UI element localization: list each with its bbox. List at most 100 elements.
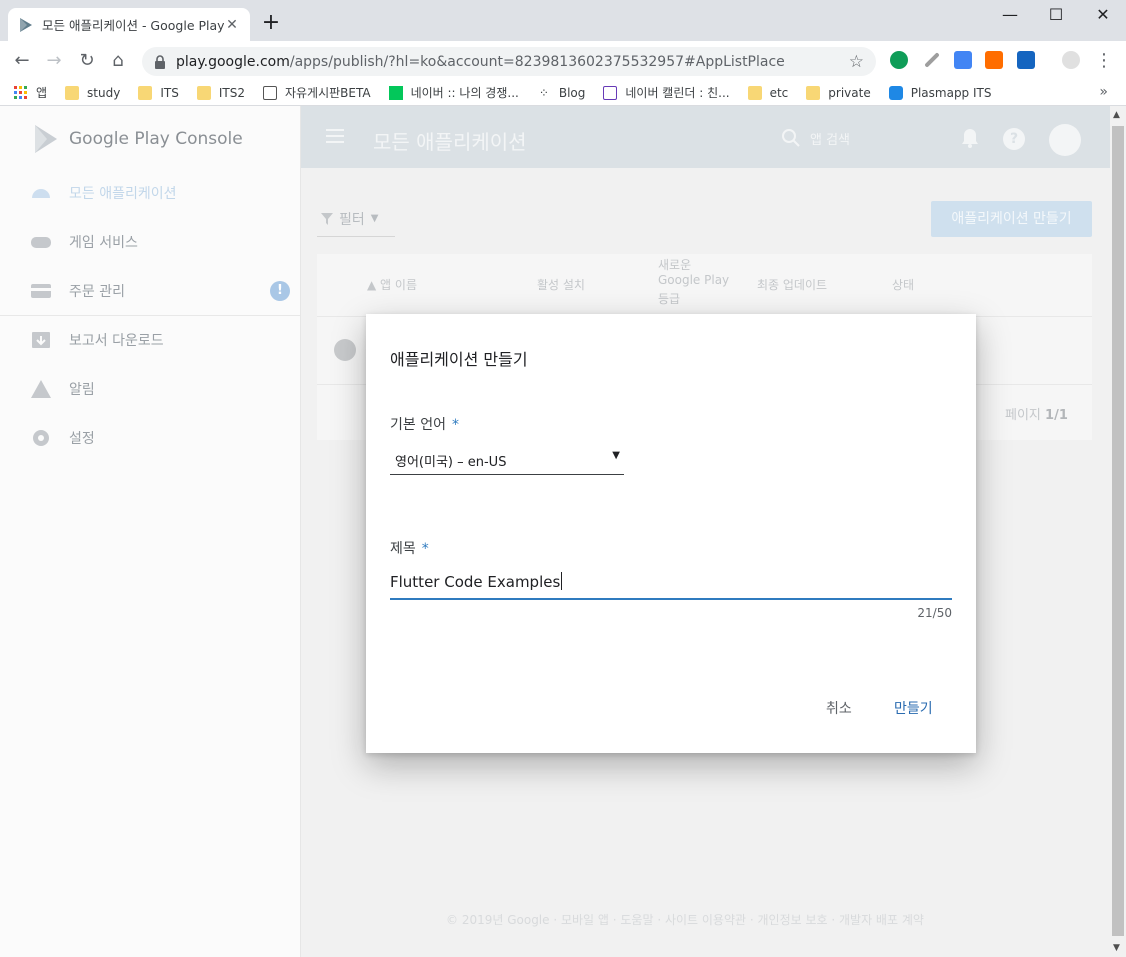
extension-orange-icon[interactable]	[985, 51, 1003, 69]
notification-bell-icon[interactable]	[961, 128, 979, 148]
column-header-active-installs: 활성 설치	[537, 278, 585, 292]
bookmark-label: 네이버 :: 나의 경쟁...	[410, 86, 519, 100]
bookmark-label: ITS2	[218, 85, 245, 100]
required-mark: *	[451, 417, 459, 433]
calendar-icon	[603, 85, 618, 100]
bookmark-item[interactable]: ITS	[138, 85, 179, 100]
help-icon[interactable]: ?	[1003, 128, 1025, 150]
play-console-favicon	[20, 17, 32, 32]
bookmark-item[interactable]: ⁘ Blog	[537, 86, 586, 100]
bookmark-label: 네이버 캘린더 : 친...	[625, 86, 730, 100]
scroll-up-arrow-icon[interactable]: ▲	[1113, 110, 1120, 120]
maximize-button[interactable]: ☐	[1033, 0, 1079, 30]
folder-icon	[138, 85, 153, 100]
filter-dropdown[interactable]: 필터 ▼	[317, 201, 395, 237]
back-arrow-icon[interactable]: ←	[10, 49, 34, 73]
tab-title: 모든 애플리케이션 - Google Play Console	[42, 18, 224, 33]
hamburger-menu-icon[interactable]	[325, 126, 345, 146]
pagination-prefix: 페이지	[1005, 408, 1041, 423]
sidebar-item-alerts[interactable]: 알림	[0, 365, 300, 413]
bookmark-item[interactable]: private	[806, 85, 871, 100]
column-header-last-update: 최종 업데이트	[757, 278, 828, 292]
app-title-input[interactable]: Flutter Code Examples	[390, 567, 952, 600]
scroll-down-arrow-icon[interactable]: ▼	[1113, 943, 1120, 953]
apps-grid-icon	[14, 85, 27, 99]
credit-card-icon	[31, 284, 51, 298]
site-icon	[262, 85, 277, 100]
cancel-button[interactable]: 취소	[826, 698, 852, 718]
dropdown-arrow-icon: ▼	[612, 450, 620, 461]
page-footer: © 2019년 Google · 모바일 앱 · 도움말 · 사이트 이용약관 …	[446, 913, 924, 927]
bookmark-item[interactable]: ITS2	[196, 85, 245, 100]
browser-tab[interactable]: 모든 애플리케이션 - Google Play Console ✕	[8, 8, 250, 41]
app-icon	[334, 339, 356, 361]
sidebar-item-game-services[interactable]: 게임 서비스	[0, 218, 300, 266]
folder-icon	[806, 85, 821, 100]
app-bar: 모든 애플리케이션 앱 검색 ?	[301, 106, 1110, 168]
eyedropper-icon[interactable]	[924, 52, 940, 68]
folder-icon	[65, 85, 80, 100]
column-header-status: 상태	[892, 278, 915, 292]
tab-close-icon[interactable]: ✕	[224, 17, 240, 33]
app-search-input[interactable]: 앱 검색	[810, 129, 850, 148]
default-language-select[interactable]: 영어(미국) – en-US ▼	[390, 446, 624, 475]
bookmark-item[interactable]: 앱	[14, 84, 47, 101]
profile-avatar-icon[interactable]	[1062, 51, 1080, 69]
bookmarks-overflow-button[interactable]: »	[1099, 84, 1108, 100]
extension-play-icon[interactable]	[1017, 51, 1035, 69]
browser-menu-icon[interactable]: ⋮	[1092, 49, 1116, 73]
column-header-rating-line2: Google Play	[658, 273, 730, 287]
bookmark-item[interactable]: Plasmapp ITS	[888, 85, 991, 100]
account-avatar[interactable]	[1049, 124, 1081, 156]
sidebar: Google Play Console 모든 애플리케이션 게임 서비스 주문 …	[0, 106, 301, 957]
extension-green-icon[interactable]	[890, 51, 908, 69]
close-window-button[interactable]: ✕	[1080, 0, 1126, 30]
bookmark-label: ITS	[160, 85, 179, 100]
create-button[interactable]: 만들기	[894, 698, 933, 718]
play-console-logo-icon	[35, 125, 57, 153]
translate-icon[interactable]	[954, 51, 972, 69]
column-header-app-name[interactable]: ▲ 앱 이름	[367, 276, 417, 293]
bookmark-item[interactable]: study	[65, 85, 120, 100]
scroll-thumb[interactable]	[1112, 126, 1124, 936]
home-icon[interactable]: ⌂	[106, 49, 130, 73]
sidebar-item-order-management[interactable]: 주문 관리 !	[0, 267, 300, 315]
bookmark-item[interactable]: 네이버 :: 나의 경쟁...	[388, 84, 519, 101]
page-scrollbar[interactable]: ▲ ▼	[1110, 106, 1126, 957]
brand: Google Play Console	[33, 124, 243, 154]
lock-icon	[155, 54, 165, 69]
browser-toolbar: ← → ↻ ⌂ play.google.com/apps/publish/?hl…	[0, 41, 1126, 80]
blog-icon: ⁘	[538, 85, 549, 100]
column-header-rating-line1: 새로운	[658, 258, 692, 272]
bookmark-item[interactable]: etc	[747, 85, 789, 100]
url-host: play.google.com	[176, 53, 290, 70]
download-box-icon	[32, 332, 50, 348]
sidebar-item-label: 모든 애플리케이션	[69, 186, 177, 202]
browser-tab-strip: 모든 애플리케이션 - Google Play Console ✕ + — ☐ …	[0, 0, 1126, 41]
bookmark-star-icon[interactable]: ☆	[849, 52, 864, 72]
forward-arrow-icon[interactable]: →	[42, 49, 66, 73]
default-language-value: 영어(미국) – en-US	[395, 455, 507, 470]
bookmark-label: etc	[769, 85, 789, 100]
address-bar[interactable]: play.google.com/apps/publish/?hl=ko&acco…	[142, 47, 876, 76]
minimize-button[interactable]: —	[987, 0, 1033, 30]
bookmark-item[interactable]: 네이버 캘린더 : 친...	[603, 84, 730, 101]
required-mark: *	[421, 541, 429, 557]
reload-icon[interactable]: ↻	[75, 49, 99, 73]
site-icon	[888, 85, 903, 100]
sidebar-item-download-reports[interactable]: 보고서 다운로드	[0, 316, 300, 364]
default-language-label: 기본 언어 *	[390, 414, 459, 434]
bookmark-item[interactable]: 자유게시판BETA	[262, 84, 371, 101]
sidebar-item-all-apps[interactable]: 모든 애플리케이션	[0, 169, 300, 217]
folder-icon	[196, 85, 211, 100]
sidebar-item-label: 설정	[69, 431, 95, 447]
app-title-text: Flutter Code Examples	[390, 573, 561, 591]
search-icon[interactable]	[781, 128, 801, 148]
bookmark-label: 자유게시판BETA	[284, 86, 371, 100]
sidebar-item-label: 알림	[69, 382, 95, 398]
url-text: play.google.com/apps/publish/?hl=ko&acco…	[176, 54, 849, 70]
new-tab-button[interactable]: +	[260, 12, 282, 34]
sidebar-item-settings[interactable]: 설정	[0, 414, 300, 462]
create-app-button[interactable]: 애플리케이션 만들기	[931, 201, 1092, 237]
filter-label: 필터	[339, 211, 365, 228]
